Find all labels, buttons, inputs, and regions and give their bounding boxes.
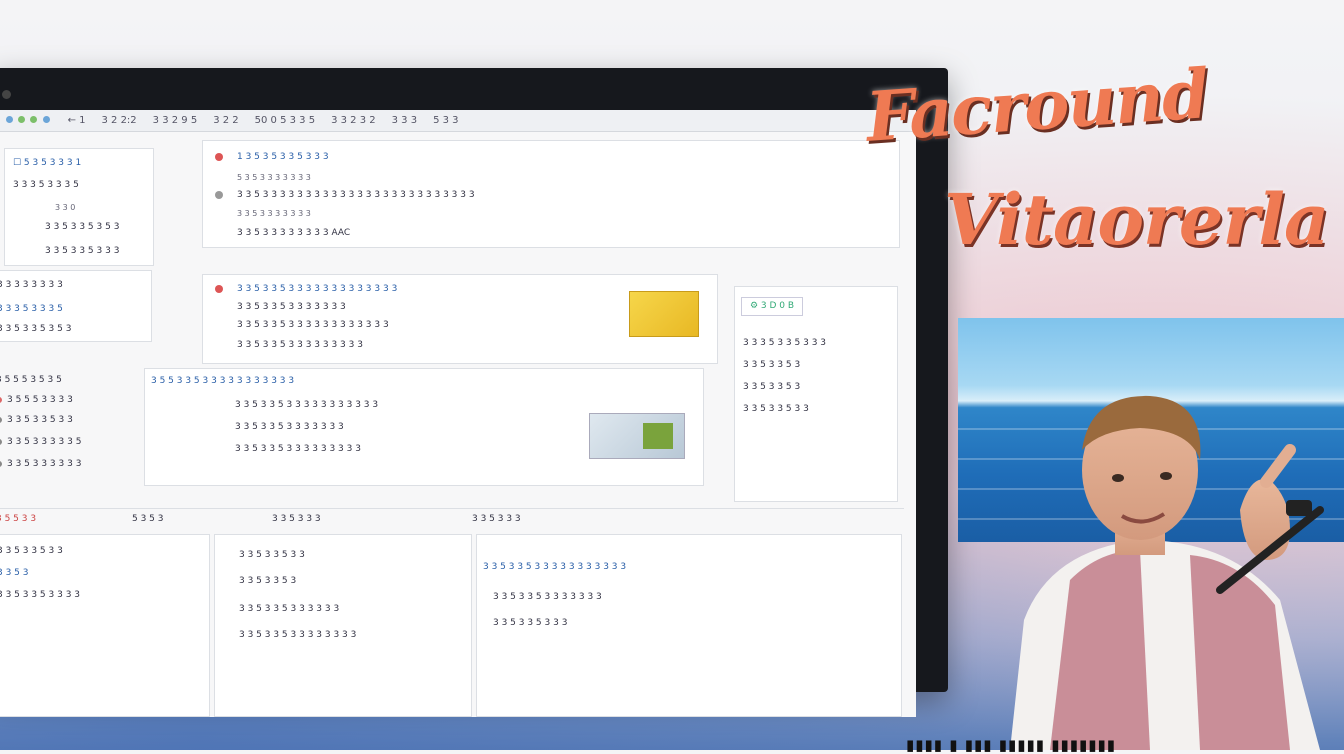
folder-dot-icon	[0, 460, 2, 467]
folder-item[interactable]: 3 5 5 5 3 3 3 3	[0, 394, 73, 407]
left-panel-row[interactable]: 3 3 5 3 3 5 3 5 3	[45, 221, 119, 234]
panel-line[interactable]: 3 3 5 3 3 5 3 3	[0, 545, 63, 558]
email-line: 3 3 5 3 3 3 3 3 3 3 3 AAC	[237, 228, 351, 238]
panel-line[interactable]: 3 3 5 3	[0, 567, 29, 580]
account-row[interactable]: 3 3 3 3 3 3 3 3	[0, 279, 63, 292]
image-thumb-icon	[643, 423, 673, 449]
left-panel-row[interactable]: 3 3 5 3 3 5 3 3 3	[45, 245, 119, 258]
app-toolbar: ← 1 3 2 2:2 3 3 2 9 5 3 2 2 50 0 5 3 3 5…	[0, 110, 916, 132]
bottom-tab-bar: 3 5 5 3 3 5 3 5 3 3 3 5 3 3 3 3 3 5 3 3 …	[0, 508, 904, 529]
email-line: 3 3 5 3 3 5 3 3 3 3 3 3 3 3 3 3 3 3	[237, 320, 389, 330]
folder-dot-icon	[0, 438, 2, 445]
left-account-panel: 3 3 3 3 3 3 3 3 3 3 3 5 3 3 3 5 3 3 5 3 …	[0, 270, 152, 342]
toolbar-item[interactable]: 3 2 2	[213, 115, 238, 126]
bottom-mid-panel: 3 3 5 3 3 5 3 3 3 3 5 3 3 5 3 3 3 5 3 3 …	[214, 534, 472, 717]
window-dot-icon[interactable]	[30, 116, 38, 123]
email-line: 3 3 5 3 3 5 3 3 3 3 3 3 3 3 3	[237, 340, 363, 350]
folder-item[interactable]: 3 3 5 3 3 5 3 3	[0, 414, 73, 427]
toolbar-item[interactable]: 3 3 2 9 5	[153, 115, 198, 126]
flag-icon[interactable]	[215, 285, 223, 293]
tab-item[interactable]: 3 3 5 3 3 3	[272, 513, 321, 526]
folder-item[interactable]: 3 3 5 3 3 3 3 3 5	[0, 436, 81, 449]
card-line: 3 3 5 3 3 5 3	[743, 382, 801, 392]
email-line[interactable]: 3 3 5 3 3 5 3 3 3 3 3 3 3 3 3 3 3 3 3	[237, 283, 397, 296]
panel-line: 3 3 5 3 3 5 3 3 3 3 3 3 3	[493, 592, 602, 602]
left-settings-panel: ☐ 5 3 5 3 3 3 1 3 3 3 5 3 3 3 5 3 3 0 3 …	[4, 148, 154, 266]
window-controls	[6, 115, 52, 126]
email-line: 3 3 5 3 3 5 3 3 3 3 3 3 3	[237, 302, 346, 312]
app-screen: ← 1 3 2 2:2 3 3 2 9 5 3 2 2 50 0 5 3 3 5…	[0, 110, 916, 717]
toolbar-item[interactable]: 50 0 5 3 3 5	[255, 115, 315, 126]
brand-logo[interactable]: ⚙ 3 D 0 B	[741, 297, 804, 316]
tab-item[interactable]: 3 3 5 3 3 3	[472, 513, 521, 526]
overlay-title-line2: Vitaorerla	[944, 178, 1329, 261]
card-line: 3 3 5 3 3 5 3	[743, 360, 801, 370]
tab-item[interactable]: 3 5 5 3 3	[0, 513, 36, 526]
email-line: 3 3 5 3 3 5 3 3 3 3 3 3 3 3 3	[235, 444, 361, 454]
email-line: 5 3 5 3 3 3 3 3 3 3	[237, 173, 311, 182]
left-panel-row[interactable]: 3 3 0	[55, 201, 75, 214]
attachment-thumbnail[interactable]	[629, 291, 699, 337]
email-line: 3 3 5 3 3 3 3 3 3 3 3 3 3 3 3 3 3 3 3 3 …	[237, 190, 475, 200]
bottom-caption: ▮▮▮▮ ▮ ▮▮▮ ▮▮▮▮▮ ▮▮▮▮▮▮▮	[906, 736, 1116, 754]
account-row[interactable]: 3 3 5 3 3 5 3 5 3	[0, 323, 71, 336]
window-dot-icon[interactable]	[42, 116, 50, 123]
panel-line[interactable]: 3 3 5 3 3 5 3 3 3 3	[0, 589, 80, 602]
power-led-icon	[2, 90, 11, 99]
presenter-photo	[1010, 395, 1324, 750]
email-line: 3 3 5 3 3 3 3 3 3 3	[237, 209, 311, 218]
folder-item[interactable]: 3 3 5 3 3 3 3 3 3	[0, 458, 81, 471]
email-thread-low: 3 5 5 3 3 5 3 3 3 3 3 3 3 3 3 3 3 3 3 5 …	[144, 368, 704, 486]
panel-line: 3 3 5 3 3 5 3 3	[239, 550, 305, 560]
folder-dot-icon	[0, 416, 2, 423]
toolbar-item[interactable]: ← 1	[68, 115, 86, 126]
card-line: 3 3 5 3 3 5 3 3	[743, 404, 809, 414]
card-line: 3 3 3 5 3 3 5 3 3 3	[743, 338, 827, 348]
email-line: 3 3 5 3 3 5 3 3 3 3 3 3 3	[235, 422, 344, 432]
left-panel-row[interactable]: 3 3 3 5 3 3 3 5	[13, 179, 79, 192]
folder-item-label: 3 5 5 5 3 3 3 3	[7, 395, 73, 405]
email-line: 3 3 5 3 3 5 3 3 3 3 3 3 3 3 3 3 3	[235, 400, 379, 410]
contact-card: ⚙ 3 D 0 B 3 3 3 5 3 3 5 3 3 3 3 3 5 3 3 …	[734, 286, 898, 502]
folder-item-label: 3 3 5 3 3 5 3 3	[7, 415, 73, 425]
toolbar-item[interactable]: 3 2 2:2	[101, 115, 136, 126]
window-dot-icon[interactable]	[6, 116, 13, 123]
bottom-left-panel: 3 3 5 3 3 5 3 3 3 3 5 3 3 3 5 3 3 5 3 3 …	[0, 534, 210, 717]
panel-line: 3 3 5 3 3 5 3 3 3 3 3 3 3 3	[239, 630, 357, 640]
folder-dot-icon	[0, 396, 2, 403]
folder-item-label: 3 3 5 3 3 3 3 3 3	[7, 459, 82, 469]
panel-line: 3 3 5 3 3 5 3	[239, 576, 297, 586]
toolbar-item[interactable]: 3 3 3	[392, 115, 417, 126]
email-subject[interactable]: 1 3 5 3 5 3 3 5 3 3 3	[237, 151, 329, 164]
email-header[interactable]: 3 5 5 3 3 5 3 3 3 3 3 3 3 3 3 3 3	[151, 375, 294, 388]
tab-item[interactable]: 5 3 5 3	[132, 513, 164, 526]
unread-icon	[215, 153, 223, 161]
folder-item-label: 3 3 5 3 3 3 3 3 5	[7, 437, 82, 447]
email-thread-top: 1 3 5 3 5 3 3 5 3 3 3 5 3 5 3 3 3 3 3 3 …	[202, 140, 900, 248]
bottom-right-panel: 3 3 5 3 3 5 3 3 3 3 3 3 3 3 3 3 3 3 3 5 …	[476, 534, 902, 717]
attach-icon[interactable]	[215, 191, 223, 199]
toolbar-item[interactable]: 5 3 3	[433, 115, 458, 126]
account-row[interactable]: 3 3 3 5 3 3 3 5	[0, 303, 63, 316]
toolbar-item[interactable]: 3 3 2 3 2	[331, 115, 376, 126]
window-dot-icon[interactable]	[18, 116, 26, 123]
folder-list-header: 3 5 5 5 3 5 3 5	[0, 375, 62, 385]
panel-line[interactable]: 3 3 5 3 3 5 3 3 3 3 3 3 3 3 3 3 3	[483, 561, 626, 574]
left-panel-row[interactable]: ☐ 5 3 5 3 3 3 1	[13, 157, 81, 170]
email-thread-mid: 3 3 5 3 3 5 3 3 3 3 3 3 3 3 3 3 3 3 3 3 …	[202, 274, 718, 364]
monitor-frame: ← 1 3 2 2:2 3 3 2 9 5 3 2 2 50 0 5 3 3 5…	[0, 68, 948, 717]
panel-line: 3 3 5 3 3 5 3 3 3	[493, 618, 568, 628]
panel-line: 3 3 5 3 3 5 3 3 3 3 3 3	[239, 604, 340, 614]
